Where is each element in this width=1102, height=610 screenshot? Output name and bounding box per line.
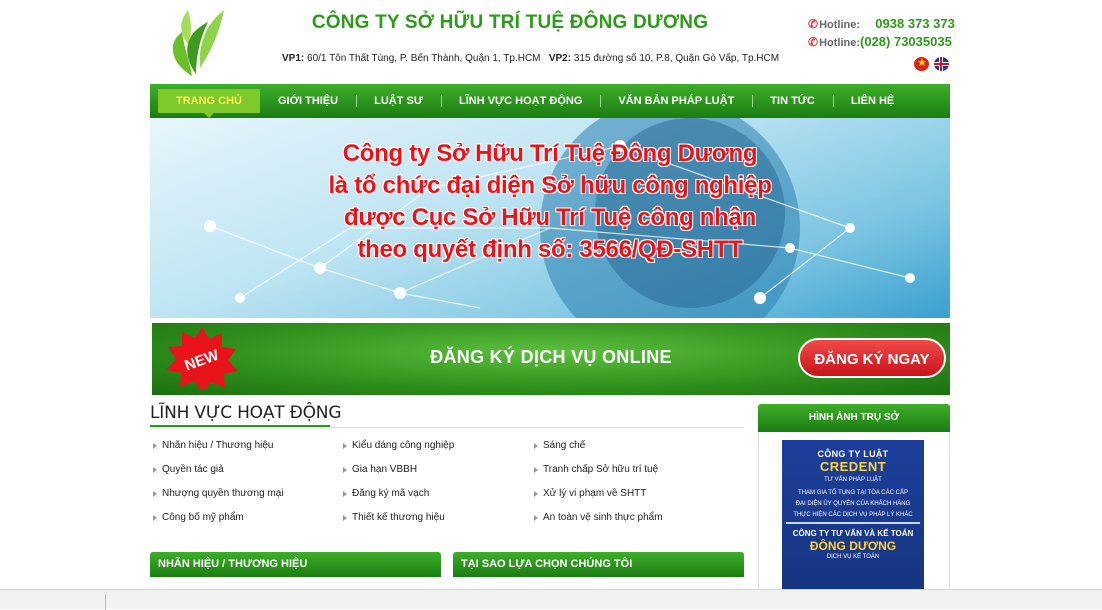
field-link[interactable]: Quyền tác giả	[152, 464, 224, 475]
field-link[interactable]: Nhãn hiệu / Thương hiệu	[152, 440, 273, 451]
status-bar-divider	[105, 594, 106, 610]
sign-line-4: THAM GIA TỐ TỤNG TẠI TÒA CÁC CẤP	[798, 490, 908, 496]
nav-item-lawyers[interactable]: LUẬT SƯ	[356, 84, 441, 118]
hotline-2-label: Hotline:	[819, 37, 861, 49]
banner-line-2: là tổ chức đại diện Sở hữu công nghiệp	[328, 172, 772, 199]
hero-banner[interactable]: Công ty Sở Hữu Trí Tuệ Đông Dương là tổ …	[150, 118, 950, 318]
field-link[interactable]: Sáng chế	[533, 440, 585, 451]
sign-line-3: TƯ VẤN PHÁP LUẬT	[824, 477, 882, 483]
field-link[interactable]: Nhượng quyền thương mại	[152, 488, 284, 499]
sign-line-7: CÔNG TY TƯ VẤN VÀ KẾ TOÁN	[792, 529, 914, 538]
sign-line-2: CREDENT	[819, 459, 887, 474]
sign-divider	[786, 522, 920, 524]
office-sign-image[interactable]: CÔNG TY LUẬT CREDENT TƯ VẤN PHÁP LUẬT TH…	[782, 440, 924, 609]
vp2-label: VP2:	[548, 53, 572, 64]
field-link[interactable]: Đăng ký mã vạch	[342, 488, 429, 499]
field-link[interactable]: Thiết kế thương hiệu	[342, 512, 445, 523]
nav-item-about[interactable]: GIỚI THIỆU	[260, 84, 356, 118]
banner-line-4: theo quyết định số: 3566/QĐ-SHTT	[357, 236, 743, 263]
banner-line-1: Công ty Sở Hữu Trí Tuệ Đông Dương	[342, 140, 758, 167]
field-link[interactable]: Gia hạn VBBH	[342, 464, 417, 475]
hotline-2: ✆Hotline:(028) 73035035	[808, 34, 952, 49]
uk-flag-icon[interactable]	[934, 57, 949, 71]
field-link[interactable]: Tranh chấp Sở hữu trí tuệ	[533, 464, 658, 475]
vietnam-flag-icon[interactable]: ★	[914, 57, 929, 71]
vp1-address: 60/1 Tôn Thất Tùng, P. Bến Thành, Quận 1…	[304, 53, 541, 64]
banner-line-3: được Cục Sở Hữu Trí Tuệ công nhận	[344, 204, 756, 231]
hotline-1-number[interactable]: 0938 373 373	[875, 16, 955, 31]
nav-item-fields[interactable]: LĨNH VỰC HOẠT ĐỘNG	[440, 84, 600, 118]
vp2-address: 315 đường số 10, P.8, Quận Gò Vấp, Tp.HC…	[571, 53, 780, 64]
hotline-1: ✆Hotline: 0938 373 373	[808, 16, 955, 31]
sign-line-1: CÔNG TY LUẬT	[817, 449, 889, 459]
main-nav: TRANG CHỦ GIỚI THIỆU LUẬT SƯ LĨNH VỰC HO…	[150, 84, 950, 118]
vp1-label: VP1:	[282, 53, 305, 64]
field-link[interactable]: Công bố mỹ phẩm	[152, 512, 244, 523]
nav-item-contact[interactable]: LIÊN HỆ	[832, 84, 912, 118]
company-title: CÔNG TY SỞ HỮU TRÍ TUỆ ĐÔNG DƯƠNG	[311, 12, 709, 33]
nav-item-legal-docs[interactable]: VĂN BẢN PHÁP LUẬT	[600, 84, 752, 118]
banner-text: Công ty Sở Hữu Trí Tuệ Đông Dương là tổ …	[150, 138, 950, 266]
register-now-button[interactable]: ĐĂNG KÝ NGAY	[798, 338, 946, 378]
nav-item-news[interactable]: TIN TỨC	[752, 84, 833, 118]
phone-icon: ✆	[808, 17, 819, 31]
sign-line-8: ĐÔNG DƯƠNG	[809, 539, 897, 553]
office-addresses: VP1: 60/1 Tôn Thất Tùng, P. Bến Thành, Q…	[282, 53, 779, 64]
hotline-2-number[interactable]: (028) 73035035	[860, 34, 952, 49]
sign-line-6: THỰC HIỆN CÁC DỊCH VỤ PHÁP LÝ KHÁC	[793, 512, 913, 518]
browser-status-bar	[0, 589, 1102, 610]
why-choose-us-panel-header[interactable]: TẠI SAO LỰA CHỌN CHÚNG TÔI	[453, 552, 744, 577]
office-photo-header: HÌNH ẢNH TRỤ SỞ	[758, 404, 950, 432]
field-link[interactable]: An toàn vệ sinh thực phẩm	[533, 512, 663, 523]
phone-icon: ✆	[808, 35, 819, 49]
fields-section-title: LĨNH VỰC HOẠT ĐỘNG	[150, 403, 342, 423]
online-registration-banner[interactable]: NEW ĐĂNG KÝ DỊCH VỤ ONLINE ĐĂNG KÝ NGAY	[152, 323, 950, 395]
section-title-underline	[150, 425, 330, 427]
nav-item-home[interactable]: TRANG CHỦ	[158, 89, 260, 118]
leaf-logo[interactable]	[162, 4, 226, 78]
sign-line-5: ĐẠI DIỆN ỦY QUYỀN CỦA KHÁCH HÀNG	[795, 501, 911, 507]
field-link[interactable]: Xử lý vi phạm về SHTT	[533, 488, 646, 499]
field-link[interactable]: Kiểu dáng công nghiệp	[342, 440, 454, 451]
trademark-panel-header[interactable]: NHÃN HIỆU / THƯƠNG HIỆU	[150, 552, 441, 577]
section-divider	[150, 427, 744, 428]
hotline-1-label: Hotline:	[819, 19, 861, 31]
sign-line-9: DỊCH VỤ KẾ TOÁN	[826, 554, 880, 560]
